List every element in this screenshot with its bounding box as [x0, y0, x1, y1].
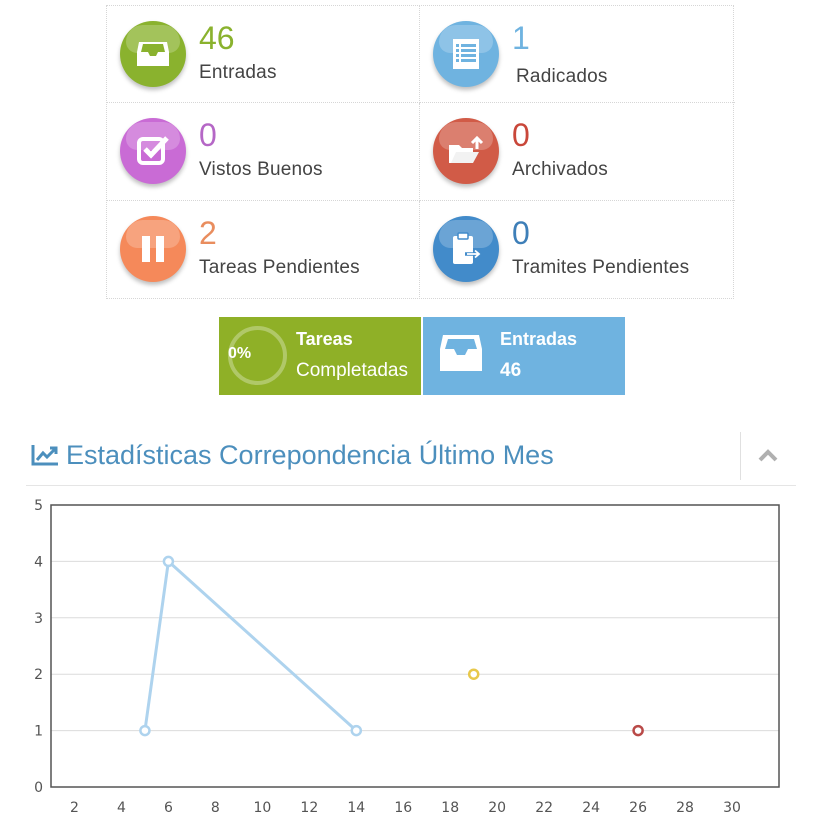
stat-label: Archivados: [512, 159, 608, 180]
tile-title: Tareas: [296, 329, 353, 349]
y-tick-label: 2: [34, 667, 43, 683]
tareas-completadas-tile[interactable]: 0% Tareas Completadas: [219, 317, 421, 395]
y-tick-label: 4: [34, 554, 43, 570]
data-point: [350, 724, 363, 737]
x-tick-label: 6: [164, 800, 173, 816]
line-chart: 0123452 4 6 8 10 12 14 16 18 20 22 24 26 28 30: [34, 498, 780, 816]
collapse-button[interactable]: [752, 440, 784, 472]
toolbar-divider: [740, 432, 741, 480]
inbox-icon: [437, 329, 485, 382]
y-tick-label: 5: [34, 498, 43, 514]
stat-value: 1: [512, 20, 530, 56]
stats-grid: 46 Entradas 1 Radicados 0 Vistos Buenos …: [106, 5, 735, 299]
x-tick-label: 20: [488, 800, 506, 816]
stat-label: Vistos Buenos: [199, 159, 323, 180]
y-tick-label: 1: [34, 724, 43, 740]
pause-icon: [120, 216, 186, 282]
x-tick-label: 28: [676, 800, 694, 816]
x-tick-label: 24: [582, 800, 600, 816]
progress-percent: 0%: [228, 345, 252, 362]
stat-tareas-pendientes[interactable]: 2 Tareas Pendientes: [107, 201, 420, 299]
folder-upload-icon: [433, 118, 499, 184]
x-tick-label: 16: [394, 800, 412, 816]
stat-value: 0: [512, 117, 530, 153]
widget-title: Estadísticas Correpondencia Último Mes: [66, 440, 554, 470]
x-tick-label: 22: [535, 800, 553, 816]
chevron-up-icon: [758, 449, 778, 462]
stat-entradas[interactable]: 46 Entradas: [107, 6, 420, 103]
line-chart-icon: [31, 443, 59, 472]
data-point: [139, 724, 151, 737]
stat-value: 46: [199, 20, 235, 56]
x-tick-label: 2: [70, 800, 79, 816]
x-tick-label: 8: [211, 800, 220, 816]
stat-label: Tareas Pendientes: [199, 257, 360, 278]
data-point: [467, 668, 480, 680]
stat-label: Tramites Pendientes: [512, 257, 690, 278]
data-point: [162, 555, 175, 568]
x-tick-label: 4: [117, 800, 126, 816]
data-point: [632, 724, 644, 737]
widget-header: Estadísticas Correpondencia Último Mes: [26, 430, 796, 486]
stat-label: Entradas: [199, 62, 277, 83]
stat-radicados[interactable]: 1 Radicados: [420, 6, 735, 103]
y-tick-label: 0: [34, 780, 43, 796]
y-tick-label: 3: [34, 611, 43, 627]
stat-tramites-pendientes[interactable]: 0 Tramites Pendientes: [420, 201, 735, 299]
stat-label: Radicados: [516, 66, 608, 87]
stat-value: 0: [199, 117, 217, 153]
stat-vistos-buenos[interactable]: 0 Vistos Buenos: [107, 103, 420, 201]
x-tick-label: 14: [347, 800, 365, 816]
check-square-icon: [120, 118, 186, 184]
stat-value: 2: [199, 215, 217, 251]
tile-subtitle: Completadas: [296, 360, 408, 381]
x-tick-label: 26: [629, 800, 647, 816]
clipboard-arrow-icon: [433, 216, 499, 282]
entradas-tile[interactable]: Entradas 46: [423, 317, 625, 395]
stat-value: 0: [512, 215, 530, 251]
x-tick-label: 18: [441, 800, 459, 816]
tile-title: Entradas: [500, 329, 578, 349]
x-tick-label: 30: [723, 800, 741, 816]
inbox-icon: [120, 21, 186, 87]
x-tick-label: 10: [253, 800, 271, 816]
list-icon: [433, 21, 499, 87]
tile-value: 46: [500, 360, 522, 381]
series-line: [143, 558, 358, 732]
plot-border: [50, 504, 780, 788]
x-tick-label: 12: [300, 800, 318, 816]
stat-archivados[interactable]: 0 Archivados: [420, 103, 735, 201]
